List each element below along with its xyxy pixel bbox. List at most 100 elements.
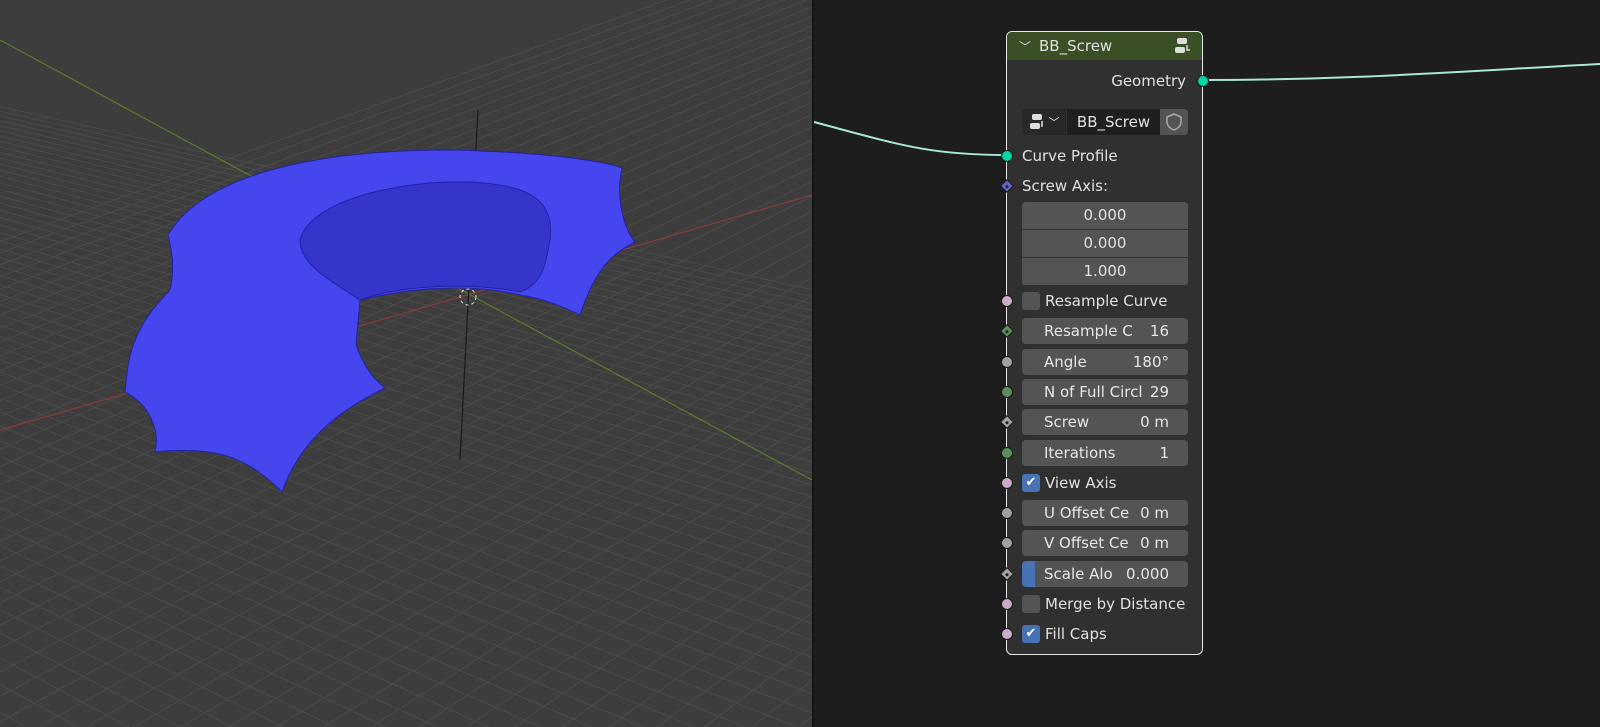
input-label: Curve Profile (1022, 147, 1118, 165)
angle-field[interactable]: Angle 180° (1022, 348, 1188, 375)
input-angle: Angle 180° (1001, 348, 1202, 375)
view-axis-label: View Axis (1045, 473, 1117, 492)
datablock-name[interactable]: BB_Screw (1067, 109, 1160, 135)
input-iterations: Iterations 1 (1001, 439, 1202, 466)
screw-field[interactable]: Screw 0 m (1022, 409, 1188, 436)
merge-by-distance-label: Merge by Distance (1045, 595, 1186, 613)
grid-line (0, 314, 812, 593)
v-offset-field[interactable]: V Offset Ce 0 m (1022, 530, 1188, 557)
grid-line (656, 612, 812, 727)
resample-count-field[interactable]: Resample C 16 (1022, 318, 1188, 345)
v-offset-socket[interactable] (1001, 537, 1013, 550)
angle-socket[interactable] (1001, 355, 1013, 368)
fill-caps-socket[interactable] (1001, 628, 1013, 641)
fake-user-button[interactable] (1160, 109, 1188, 135)
screw-axis-y[interactable]: 0.000 (1022, 230, 1188, 257)
merge-by-distance-socket[interactable] (1001, 598, 1013, 610)
input-merge-by-distance: Merge by Distance (1001, 591, 1202, 617)
input-v-offset: V Offset Ce 0 m (1001, 530, 1202, 557)
grid-line (0, 440, 695, 727)
input-curve-profile: Curve Profile (1001, 143, 1202, 169)
input-label: Screw Axis: (1022, 177, 1109, 195)
geometry-output-socket[interactable] (1197, 75, 1209, 87)
3d-viewport[interactable] (0, 0, 812, 727)
node-header[interactable]: ﹀ BB_Screw (1007, 32, 1202, 60)
grid-line (0, 303, 812, 578)
grid-line (323, 420, 812, 727)
u-offset-field[interactable]: U Offset Ce 0 m (1022, 500, 1188, 527)
input-resample-count: Resample C 16 (999, 318, 1202, 345)
scale-along-label: Scale Alo (1044, 564, 1113, 583)
resample-curve-checkbox[interactable] (1022, 292, 1040, 310)
grid-line (0, 335, 812, 624)
grid-line (0, 277, 812, 723)
iterations-label: Iterations (1044, 443, 1116, 462)
screw-value: 0 m (1140, 413, 1169, 432)
collapse-chevron-icon[interactable]: ﹀ (1019, 38, 1031, 55)
grid-line (0, 257, 812, 510)
input-u-offset: U Offset Ce 0 m (1001, 500, 1202, 527)
grid-line (0, 456, 643, 727)
full-circle-label: N of Full Circl (1044, 382, 1143, 401)
iterations-value: 1 (1159, 443, 1169, 462)
slider-fill (1022, 560, 1035, 587)
checkmark-icon: ✔ (1025, 474, 1037, 490)
scale-along-field[interactable]: Scale Alo 0.000 (1022, 560, 1188, 587)
node-tree-browse-button[interactable]: ﹀ (1022, 109, 1066, 135)
resample-count-value: 16 (1149, 322, 1169, 341)
full-circle-field[interactable]: N of Full Circl 29 (1022, 378, 1188, 405)
view-axis-checkbox[interactable]: ✔ (1022, 473, 1040, 492)
grid-line (0, 507, 489, 727)
node-editor[interactable] (814, 0, 1600, 727)
datablock-selector[interactable]: ﹀ BB_Screw (1022, 109, 1188, 135)
iterations-socket[interactable] (1001, 446, 1013, 459)
merge-by-distance-checkbox[interactable] (1022, 595, 1040, 613)
iterations-field[interactable]: Iterations 1 (1022, 439, 1188, 466)
grid-line (798, 716, 812, 727)
input-view-axis: ✔ View Axis (1001, 470, 1202, 496)
viewport-grid (0, 0, 812, 727)
grid-line (561, 551, 812, 727)
grid-line (0, 472, 592, 727)
input-fill-caps: ✔ Fill Caps (1001, 621, 1202, 647)
v-offset-value: 0 m (1140, 534, 1169, 553)
input-full-circle: N of Full Circl 29 (1001, 378, 1202, 405)
screw-axis-vector: 0.000 0.000 1.000 (1022, 202, 1188, 286)
resample-curve-socket[interactable] (1001, 295, 1013, 307)
grid-line (0, 265, 812, 523)
resample-curve-label: Resample Curve (1045, 292, 1168, 310)
grid-line (418, 469, 812, 727)
grid-line (0, 586, 284, 727)
grid-line (0, 489, 541, 727)
grid-line (703, 645, 812, 727)
input-screw-axis: Screw Axis: (999, 173, 1202, 199)
screw-axis-z[interactable]: 1.000 (1022, 258, 1188, 285)
fill-caps-label: Fill Caps (1045, 625, 1107, 644)
input-resample-curve: Resample Curve (1001, 288, 1202, 314)
v-offset-label: V Offset Ce (1044, 534, 1129, 553)
u-offset-value: 0 m (1140, 504, 1169, 523)
full-circle-value: 29 (1149, 382, 1169, 401)
u-offset-label: U Offset Ce (1044, 504, 1130, 523)
grid-line (0, 397, 812, 714)
angle-label: Angle (1044, 352, 1087, 371)
grid-line (0, 683, 79, 727)
grid-line (0, 657, 130, 727)
u-offset-socket[interactable] (1001, 507, 1013, 520)
screw-label: Screw (1044, 413, 1090, 432)
output-label: Geometry (1111, 72, 1186, 90)
view-axis-socket[interactable] (1001, 476, 1013, 489)
bb-screw-node[interactable]: ﹀ BB_Screw Geometry ﹀ BB_Screw Curve Pro… (999, 31, 1209, 655)
full-circle-socket[interactable] (1001, 385, 1013, 398)
node-title: BB_Screw (1039, 37, 1113, 55)
fill-caps-checkbox[interactable]: ✔ (1022, 625, 1040, 644)
node-group-icon (1175, 38, 1190, 53)
grid-line (751, 680, 812, 727)
output-geometry: Geometry (1007, 68, 1209, 94)
checkmark-icon: ✔ (1025, 626, 1037, 642)
node-tree-icon (1029, 114, 1043, 129)
geometry-input-socket[interactable] (1001, 150, 1013, 162)
resample-count-label: Resample C (1044, 322, 1133, 341)
screw-axis-x[interactable]: 0.000 (1022, 202, 1188, 229)
grid-line (0, 347, 812, 641)
